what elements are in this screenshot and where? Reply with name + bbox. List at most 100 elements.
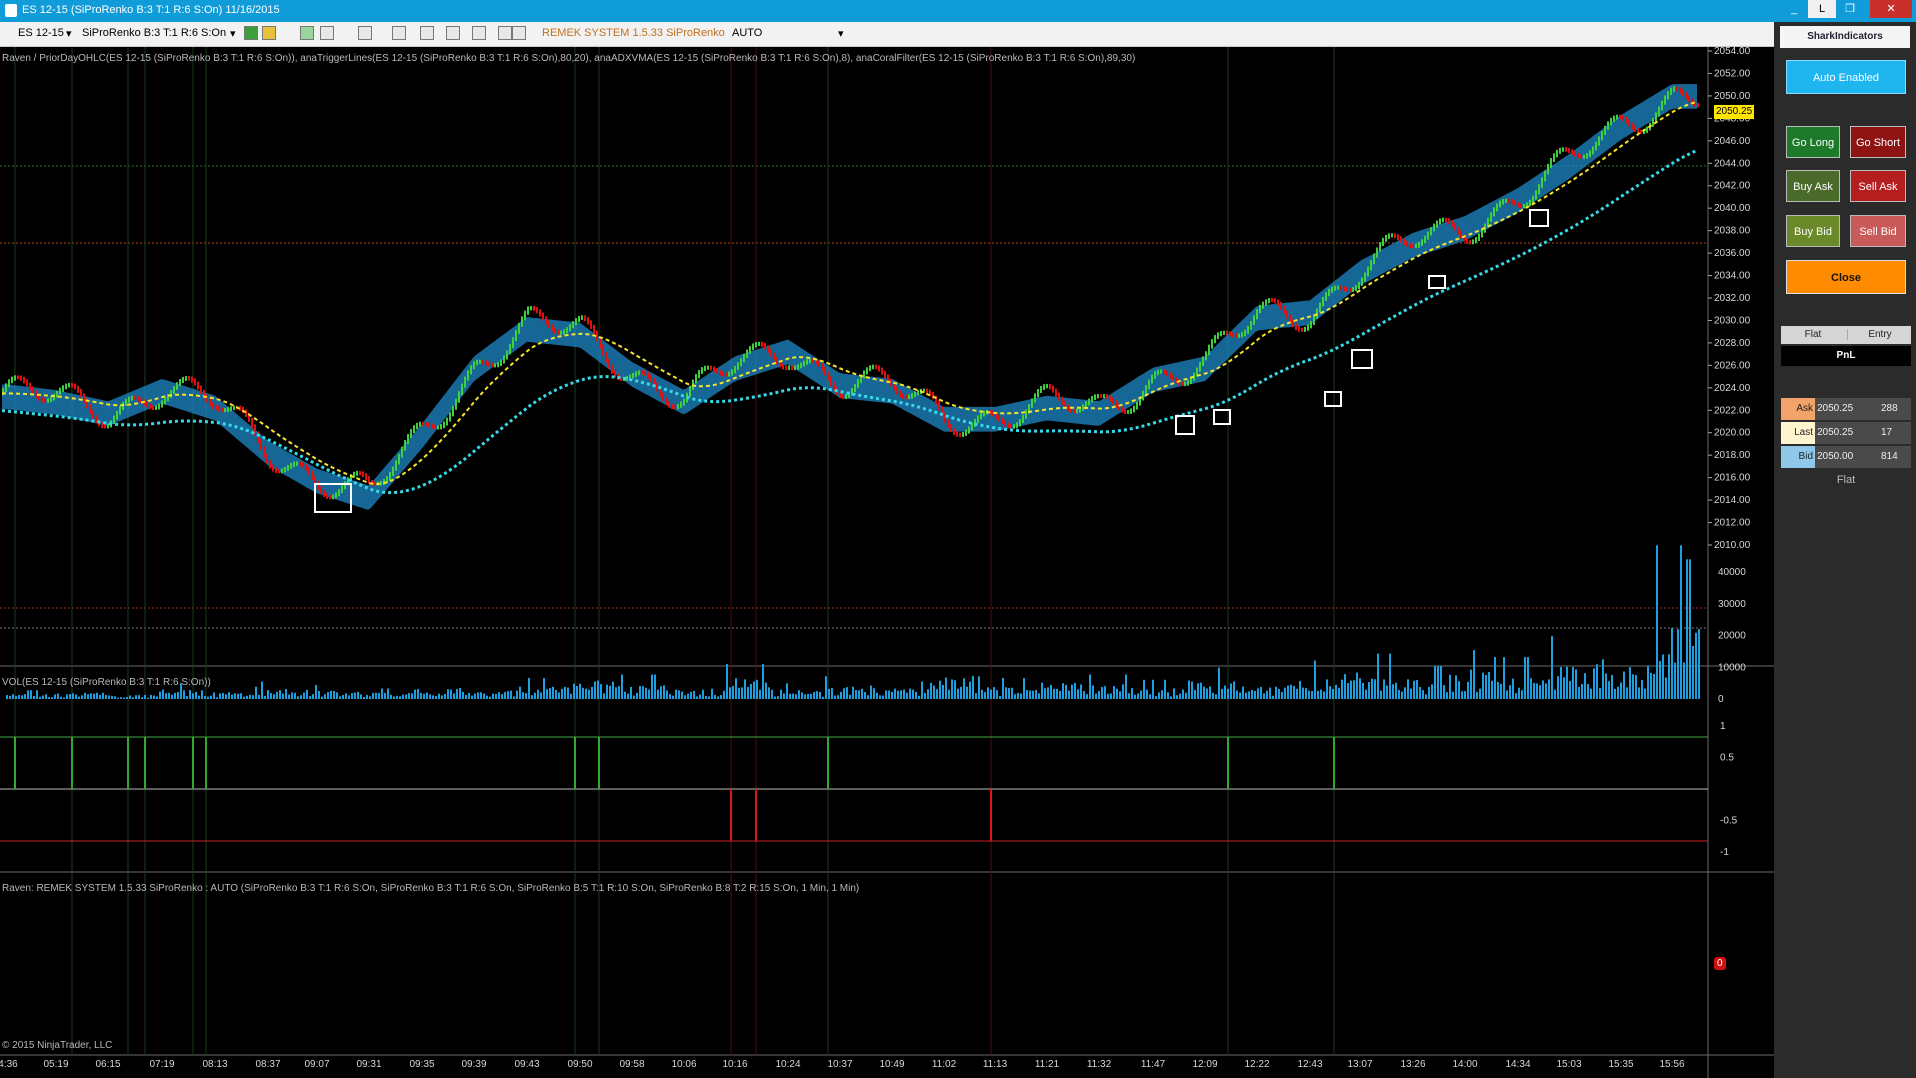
renko-brick [1001,417,1003,425]
volume-bar [1413,680,1415,699]
close-position-button[interactable]: Close [1786,260,1906,294]
renko-brick [170,390,172,399]
volume-bar [1473,650,1475,699]
volume-bar [360,694,362,699]
candlestick-icon[interactable] [244,26,258,40]
renko-brick [1229,331,1231,337]
volume-bar [507,691,509,699]
renko-brick [1037,389,1039,398]
renko-brick [272,464,274,472]
renko-brick [35,390,37,398]
draw-pencil-icon[interactable] [262,26,276,40]
price-tick-label: 2050.00 [1714,91,1751,102]
renko-brick [1232,332,1234,338]
chart-area[interactable]: 2054.002052.002050.002048.002046.002044.… [0,47,1774,1078]
renko-brick [1187,379,1189,386]
volume-bar [1353,680,1355,699]
volume-bar [972,675,974,699]
data-box-icon[interactable] [498,26,512,40]
chart-trader-icon[interactable] [512,26,526,40]
dropdown-icon[interactable]: ▾ [838,27,844,40]
dropdown-icon[interactable]: ▾ [66,27,72,40]
volume-bar [555,689,557,699]
position-entry-label: Entry [1847,329,1912,340]
link-button[interactable]: L [1808,0,1836,18]
renko-brick [632,372,634,379]
renko-brick [14,375,16,381]
properties-icon[interactable] [392,26,406,40]
last-price: 2050.25 [1817,427,1854,438]
renko-brick [71,382,73,388]
volume-bar [936,689,938,699]
bartype-selector[interactable]: SiProRenko B:3 T:1 R:6 S:On [82,27,226,39]
volume-bar [951,679,953,699]
sell-ask-button[interactable]: Sell Ask [1850,170,1906,202]
auto-enabled-button[interactable]: Auto Enabled [1786,60,1906,94]
volume-bar [1134,694,1136,699]
renko-brick [92,409,94,420]
renko-brick [194,378,196,386]
volume-bar [1521,690,1523,699]
dropdown-icon[interactable]: ▾ [230,27,236,40]
renko-brick [422,421,424,426]
volume-bar [312,694,314,699]
zoom-in-icon[interactable] [300,26,314,40]
volume-bar [990,689,992,699]
volume-bar [1665,677,1667,699]
renko-brick [293,461,295,468]
renko-brick [1250,320,1252,330]
volume-bar [1029,690,1031,699]
close-window-button[interactable]: ✕ [1870,0,1912,18]
instrument-selector[interactable]: ES 12-15 [18,27,64,39]
templates-icon[interactable] [472,26,486,40]
volume-bar [81,695,83,699]
renko-brick [1535,190,1537,200]
volume-bar [1062,683,1064,699]
renko-brick [11,376,13,384]
ask-label: Ask [1781,398,1815,420]
volume-bar [636,692,638,699]
strategies-icon[interactable] [446,26,460,40]
renko-brick [1658,106,1660,117]
mode-selector[interactable]: AUTO [732,27,762,39]
renko-brick [791,365,793,371]
volume-bar [690,691,692,699]
volume-bar [1311,691,1313,699]
volume-bar [75,694,77,699]
renko-brick [95,415,97,424]
renko-brick [1034,393,1036,403]
cursor-icon[interactable] [358,26,372,40]
go-short-button[interactable]: Go Short [1850,126,1906,158]
renko-brick [755,341,757,348]
bid-label: Bid [1781,446,1815,468]
renko-brick [845,393,847,400]
buy-ask-button[interactable]: Buy Ask [1786,170,1840,202]
volume-bar [804,694,806,699]
chart-canvas[interactable]: 2054.002052.002050.002048.002046.002044.… [0,47,1774,1078]
price-tick-label: 2038.00 [1714,226,1751,237]
volume-bar [1041,682,1043,699]
time-axis-label: 06:15 [95,1059,120,1070]
volume-bar [1215,694,1217,699]
indicators-icon[interactable] [420,26,434,40]
renko-brick [317,480,319,491]
time-axis-label: 09:43 [514,1059,539,1070]
renko-brick [1619,114,1621,120]
volume-bar [1257,688,1259,699]
minimize-button[interactable]: _ [1780,0,1808,18]
volume-bar [933,685,935,699]
restore-button[interactable]: ❐ [1836,0,1864,18]
renko-brick [1214,335,1216,344]
renko-brick [1328,288,1330,297]
zoom-out-icon[interactable] [320,26,334,40]
volume-bar [1098,691,1100,699]
volume-bar [942,684,944,699]
volume-bar [1686,559,1688,699]
sell-bid-button[interactable]: Sell Bid [1850,215,1906,247]
volume-bar [105,694,107,699]
renko-brick [1319,302,1321,313]
renko-brick [1634,125,1636,133]
volume-bar [633,695,635,699]
go-long-button[interactable]: Go Long [1786,126,1840,158]
buy-bid-button[interactable]: Buy Bid [1786,215,1840,247]
